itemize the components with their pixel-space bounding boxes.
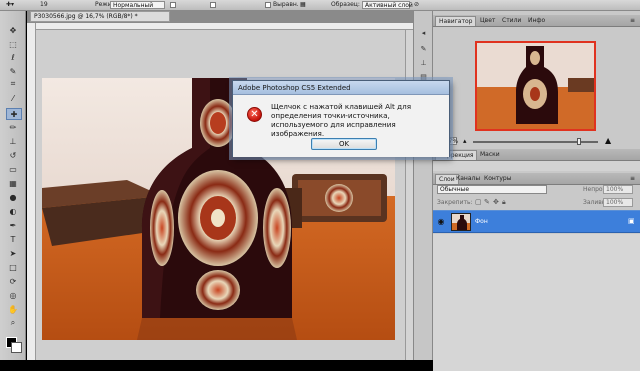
error-icon: ✕ xyxy=(247,107,262,122)
navigator-panel-tabs: Навигатор Цвет Стили Инфо ≡ xyxy=(433,15,640,27)
dodge-tool-icon[interactable]: ◐ xyxy=(6,206,20,216)
dialog-message: Щелчок с нажатой клавишей Alt для опреде… xyxy=(271,102,412,138)
layers-list-empty-area xyxy=(433,234,640,371)
brush-tool-icon[interactable]: ✏ xyxy=(6,122,20,132)
brush-size-value[interactable]: 19 xyxy=(40,1,48,8)
tools-panel: ✥ ⬚ ℓ ✎ ⌗ ⁄ ✚ ✏ ⊥ ↺ ▭ ▦ ● ◐ ✒ T ➤ □ ⟳ ◎ … xyxy=(0,11,26,360)
tab-paths[interactable]: Контуры xyxy=(481,174,514,184)
brush-panel-icon[interactable]: ✎ xyxy=(418,45,429,54)
hand-tool-icon[interactable]: ✋ xyxy=(6,304,20,314)
ignore-adjustments-icon[interactable]: ⊘ xyxy=(414,1,419,8)
collapsed-panels-column: ◂ ✎ ⊥ ▤ ▶ A ¶ xyxy=(413,11,433,360)
zoom-in-icon[interactable]: ▲ xyxy=(605,136,611,145)
aligned-label: Выравн. xyxy=(273,1,299,8)
lock-all-icon[interactable]: 🔒︎ xyxy=(502,198,506,207)
pattern-picker-icon[interactable]: ▦ xyxy=(300,1,306,8)
mode-select[interactable]: Нормальный xyxy=(110,1,165,9)
blend-row: Обычные Непрозр.: 100% xyxy=(433,185,640,196)
tab-color[interactable]: Цвет xyxy=(477,16,498,26)
zoom-tool-icon[interactable]: ⌕ xyxy=(6,318,20,328)
tab-info[interactable]: Инфо xyxy=(525,16,548,26)
clone-source-panel-icon[interactable]: ⊥ xyxy=(418,59,429,68)
lock-label: Закрепить: xyxy=(437,199,473,206)
lock-image-icon[interactable]: ✎ xyxy=(484,198,490,206)
layer-name: Фон xyxy=(475,218,488,225)
tab-masks[interactable]: Маски xyxy=(477,150,503,160)
eraser-tool-icon[interactable]: ▭ xyxy=(6,164,20,174)
sample-label: Образец: xyxy=(331,1,360,8)
adjustments-panel-body xyxy=(433,161,640,171)
zoom-slider-thumb[interactable] xyxy=(577,138,581,145)
layers-panel-menu-icon[interactable]: ≡ xyxy=(627,174,638,184)
3d-orbit-tool-icon[interactable]: ◎ xyxy=(6,290,20,300)
lasso-tool-icon[interactable]: ℓ xyxy=(6,52,20,62)
lock-row: Закрепить: ▢ ✎ ✥ 🔒︎ Заливка: 100% xyxy=(433,198,640,209)
panel-menu-icon[interactable]: ≡ xyxy=(627,16,638,26)
document-tab[interactable]: P3030566.jpg @ 16,7% (RGB/8*) * xyxy=(30,11,170,22)
crop-tool-icon[interactable]: ⌗ xyxy=(6,79,20,89)
history-brush-tool-icon[interactable]: ↺ xyxy=(6,150,20,160)
sample-select[interactable]: Активный слой xyxy=(362,1,413,9)
fill-field[interactable]: 100% xyxy=(603,198,633,207)
shape-tool-icon[interactable]: □ xyxy=(6,262,20,272)
marquee-tool-icon[interactable]: ⬚ xyxy=(6,39,20,49)
pen-tool-icon[interactable]: ✒ xyxy=(6,220,20,230)
alert-dialog: Adobe Photoshop CS5 Extended ✕ Щелчок с … xyxy=(232,80,450,157)
vertical-ruler[interactable] xyxy=(27,23,36,360)
blur-tool-icon[interactable]: ● xyxy=(6,192,20,202)
panel-expand-icon[interactable]: ◂ xyxy=(418,29,429,38)
3d-rotate-tool-icon[interactable]: ⟳ xyxy=(6,276,20,286)
panels-dock: Навигатор Цвет Стили Инфо ≡ 16,7% ▴ ▲ Ко… xyxy=(433,11,640,371)
dialog-body: ✕ Щелчок с нажатой клавишей Alt для опре… xyxy=(233,95,449,157)
opacity-field[interactable]: 100% xyxy=(603,185,633,194)
healing-tool-preset-icon[interactable]: ✚▾ xyxy=(6,1,14,8)
eye-icon[interactable]: ◉ xyxy=(436,217,446,227)
path-select-tool-icon[interactable]: ➤ xyxy=(6,248,20,258)
move-tool-icon[interactable]: ✥ xyxy=(6,25,20,35)
tab-navigator[interactable]: Навигатор xyxy=(435,16,477,26)
layer-thumbnail xyxy=(451,213,471,231)
quick-select-tool-icon[interactable]: ✎ xyxy=(6,66,20,76)
ok-button[interactable]: OK xyxy=(311,138,377,150)
tab-channels[interactable]: Каналы xyxy=(453,174,483,184)
type-tool-icon[interactable]: T xyxy=(6,234,20,244)
aligned-checkbox[interactable] xyxy=(265,2,271,8)
lock-position-icon[interactable]: ✥ xyxy=(493,198,499,206)
layer-row-background[interactable]: ◉ Фон ▣ xyxy=(433,210,640,233)
source-sampled-radio[interactable] xyxy=(170,2,176,8)
healing-brush-tool-icon[interactable]: ✚ xyxy=(6,108,22,120)
zoom-out-icon[interactable]: ▴ xyxy=(463,137,467,145)
dialog-title: Adobe Photoshop CS5 Extended xyxy=(233,81,449,95)
navigator-view-frame[interactable] xyxy=(475,41,596,131)
horizontal-ruler[interactable] xyxy=(36,23,413,30)
layers-panel-tabs: Слои Каналы Контуры ≡ xyxy=(433,173,640,185)
clone-stamp-tool-icon[interactable]: ⊥ xyxy=(6,136,20,146)
background-color-swatch[interactable] xyxy=(11,342,22,353)
options-bar: ✚▾ 19 Режим: Нормальный Выравн. ▦ Образе… xyxy=(0,0,640,11)
adjustments-panel-tabs: Коррекция Маски xyxy=(433,149,640,161)
eyedropper-tool-icon[interactable]: ⁄ xyxy=(6,93,20,103)
blend-mode-select[interactable]: Обычные xyxy=(437,185,547,194)
navigator-zoom-row: 16,7% ▴ ▲ xyxy=(433,136,640,147)
source-pattern-radio[interactable] xyxy=(210,2,216,8)
lock-transparent-icon[interactable]: ▢ xyxy=(475,198,482,206)
layer-lock-icon: ▣ xyxy=(628,217,635,225)
tab-styles[interactable]: Стили xyxy=(499,16,524,26)
gradient-tool-icon[interactable]: ▦ xyxy=(6,178,20,188)
